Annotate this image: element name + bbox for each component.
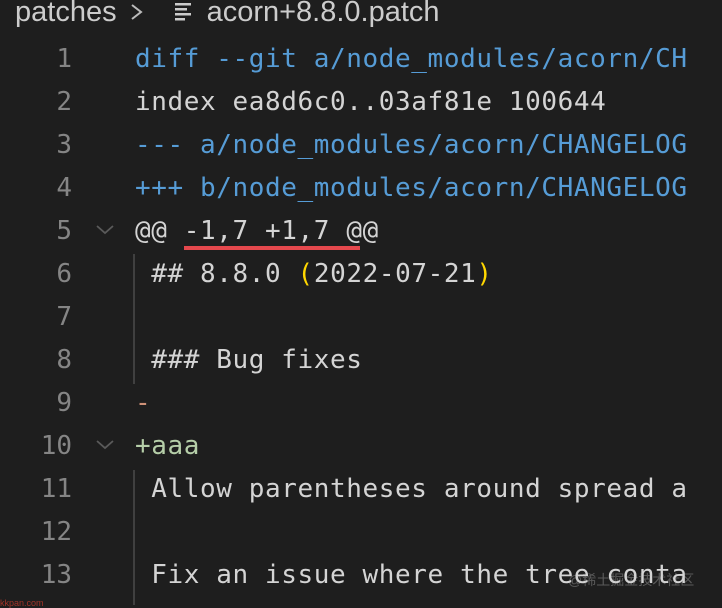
line-number: 1 (56, 44, 72, 74)
line-number: 4 (56, 173, 72, 203)
indent-guide (133, 254, 135, 384)
code-line: 4 +++ b/node_modules/acorn/CHANGELOG (0, 167, 722, 210)
line-text: - (135, 388, 152, 418)
watermark-left: kkpan.com (0, 598, 44, 608)
bracket: ) (476, 259, 493, 289)
breadcrumb-file[interactable]: acorn+8.8.0.patch (207, 0, 440, 29)
line-text: +++ b/node_modules/acorn/CHANGELOG (135, 173, 688, 203)
code-line: 2 index ea8d6c0..03af81e 100644 (0, 81, 722, 124)
fold-chevron-down-icon[interactable] (93, 433, 117, 457)
line-text: --- a/node_modules/acorn/CHANGELOG (135, 130, 688, 160)
code-line: 6 ## 8.8.0 (2022-07-21) (0, 253, 722, 296)
date-text: 2022-07-21 (313, 259, 477, 289)
chevron-right-icon (130, 4, 143, 20)
line-number: 9 (56, 388, 72, 418)
line-text: diff --git a/node_modules/acorn/CH (135, 44, 688, 74)
code-line: 7 (0, 296, 722, 339)
line-number: 5 (56, 216, 72, 246)
code-line: 11 Allow parentheses around spread a (0, 468, 722, 511)
code-line: 12 (0, 511, 722, 554)
heading-text: ## 8.8.0 (135, 259, 298, 289)
code-line: 9 - (0, 382, 722, 425)
code-line: 8 ### Bug fixes (0, 339, 722, 382)
line-text: +aaa (135, 431, 201, 461)
code-line: 3 --- a/node_modules/acorn/CHANGELOG (0, 124, 722, 167)
indent-guide (133, 470, 135, 605)
code-line: 5 @@ -1,7 +1,7 @@ (0, 210, 722, 253)
line-number: 8 (56, 345, 72, 375)
watermark-right: @稀土掘金技术社区 (568, 572, 695, 588)
hunk-marker: @@ (346, 216, 379, 246)
line-text: index ea8d6c0..03af81e 100644 (135, 87, 607, 117)
code-line: 1 diff --git a/node_modules/acorn/CH (0, 38, 722, 81)
annotation-underline (184, 246, 360, 250)
breadcrumb: patches acorn+8.8.0.patch (15, 0, 440, 30)
hunk-marker: @@ (135, 216, 184, 246)
line-text: ### Bug fixes (135, 345, 363, 375)
line-number: 10 (40, 431, 72, 461)
bracket: ( (297, 259, 314, 289)
line-number: 13 (40, 560, 72, 590)
code-line: 10 +aaa (0, 425, 722, 468)
hunk-range: -1,7 +1,7 (183, 216, 347, 246)
breadcrumb-folder[interactable]: patches (15, 0, 117, 29)
line-number: 11 (40, 474, 72, 504)
text-file-lines-icon (174, 3, 191, 21)
line-number: 7 (56, 302, 72, 332)
line-text: Allow parentheses around spread a (135, 474, 688, 504)
line-number: 2 (56, 87, 72, 117)
fold-chevron-down-icon[interactable] (93, 218, 117, 242)
line-number: 12 (40, 517, 72, 547)
line-number: 6 (56, 259, 72, 289)
line-text: ## 8.8.0 (2022-07-21) (135, 253, 493, 296)
line-number: 3 (56, 130, 72, 160)
